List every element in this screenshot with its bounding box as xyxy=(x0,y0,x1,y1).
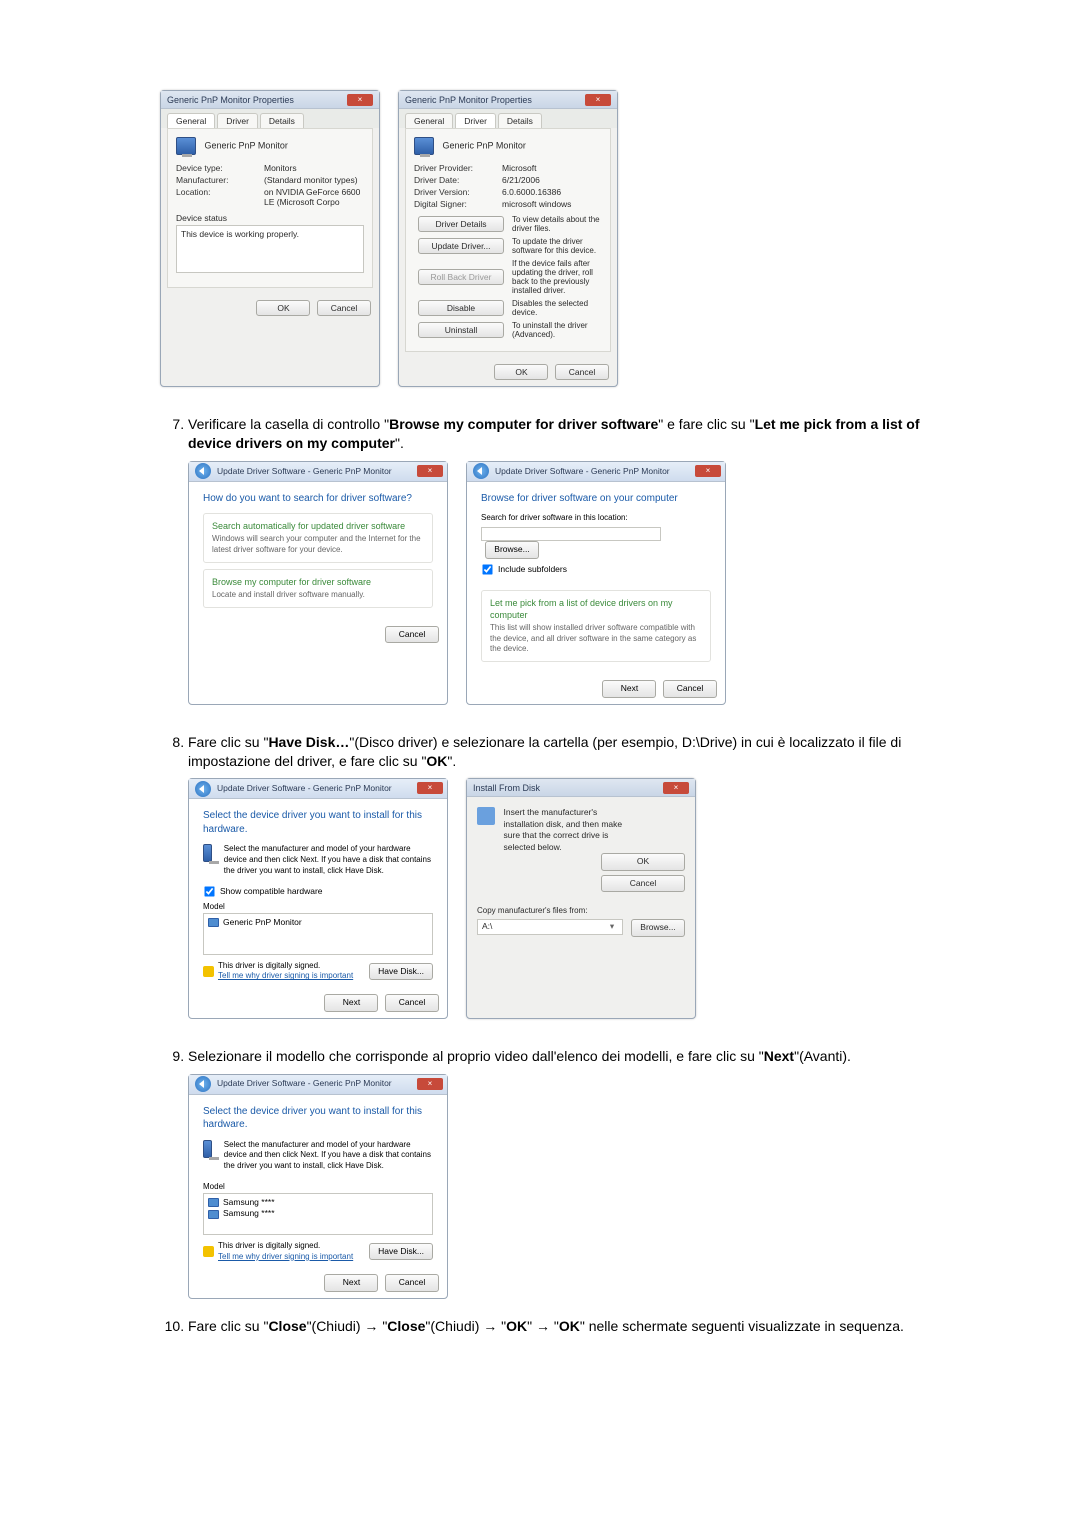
close-icon[interactable]: × xyxy=(417,465,443,477)
signing-link[interactable]: Tell me why driver signing is important xyxy=(218,1252,353,1261)
wizard-heading: Select the device driver you want to ins… xyxy=(203,1105,433,1132)
back-icon[interactable] xyxy=(473,463,489,479)
tab-details[interactable]: Details xyxy=(260,113,304,128)
close-icon[interactable]: × xyxy=(585,94,611,106)
wizard-heading: How do you want to search for driver sof… xyxy=(203,492,433,506)
have-disk-button[interactable]: Have Disk... xyxy=(369,963,433,980)
disable-button[interactable]: Disable xyxy=(418,300,504,316)
tab-general[interactable]: General xyxy=(167,113,215,128)
device-name: Generic PnP Monitor xyxy=(205,140,288,150)
close-icon[interactable]: × xyxy=(663,782,689,794)
dialog-title: Generic PnP Monitor Properties xyxy=(167,95,294,105)
tab-driver[interactable]: Driver xyxy=(455,113,496,128)
back-icon[interactable] xyxy=(195,463,211,479)
option-pick-from-list[interactable]: Let me pick from a list of device driver… xyxy=(481,590,711,663)
close-icon[interactable]: × xyxy=(417,1078,443,1090)
close-icon[interactable]: × xyxy=(695,465,721,477)
dialog-title: Generic PnP Monitor Properties xyxy=(405,95,532,105)
cancel-button[interactable]: Cancel xyxy=(601,875,685,892)
wizard-heading: Select the device driver you want to ins… xyxy=(203,809,433,836)
browse-button[interactable]: Browse... xyxy=(485,541,539,558)
next-button[interactable]: Next xyxy=(324,994,378,1011)
back-icon[interactable] xyxy=(195,781,211,797)
install-from-disk-dialog: Install From Disk× Insert the manufactur… xyxy=(466,778,696,1018)
include-subfolders-checkbox[interactable] xyxy=(482,564,492,574)
props-general: Generic PnP Monitor Properties × General… xyxy=(160,90,380,387)
uninstall-button[interactable]: Uninstall xyxy=(418,322,504,338)
device-status-box: This device is working properly. xyxy=(176,225,364,273)
model-list[interactable]: Samsung **** Samsung **** xyxy=(203,1193,433,1235)
browse-button[interactable]: Browse... xyxy=(631,919,685,936)
option-browse-computer[interactable]: Browse my computer for driver software L… xyxy=(203,569,433,608)
tab-general[interactable]: General xyxy=(405,113,453,128)
cancel-button[interactable]: Cancel xyxy=(385,626,439,643)
device-status-label: Device status xyxy=(176,213,364,223)
close-icon[interactable]: × xyxy=(347,94,373,106)
monitor-icon xyxy=(208,918,219,927)
monitor-icon xyxy=(203,844,212,862)
update-driver-button[interactable]: Update Driver... xyxy=(418,238,504,254)
wizard-search-method: × Update Driver Software - Generic PnP M… xyxy=(188,461,448,705)
back-icon[interactable] xyxy=(195,1076,211,1092)
have-disk-button[interactable]: Have Disk... xyxy=(369,1243,433,1260)
wizard-heading: Browse for driver software on your compu… xyxy=(481,492,711,506)
wizard-select-driver: × Update Driver Software - Generic PnP M… xyxy=(188,778,448,1018)
next-button[interactable]: Next xyxy=(602,680,656,697)
cancel-button[interactable]: Cancel xyxy=(385,1274,439,1291)
tab-details[interactable]: Details xyxy=(498,113,542,128)
step-7: Verificare la casella di controllo "Brow… xyxy=(188,415,960,705)
device-name: Generic PnP Monitor xyxy=(443,140,526,150)
close-icon[interactable]: × xyxy=(417,782,443,794)
cancel-button[interactable]: Cancel xyxy=(385,994,439,1011)
cancel-button[interactable]: Cancel xyxy=(555,364,609,380)
show-compatible-checkbox[interactable] xyxy=(204,886,214,896)
wizard-browse-location: × Update Driver Software - Generic PnP M… xyxy=(466,461,726,705)
driver-details-button[interactable]: Driver Details xyxy=(418,216,504,232)
ok-button[interactable]: OK xyxy=(494,364,548,380)
ok-button[interactable]: OK xyxy=(601,853,685,870)
monitor-icon xyxy=(208,1198,219,1207)
step-9: Selezionare il modello che corrisponde a… xyxy=(188,1047,960,1299)
monitor-icon xyxy=(203,1140,212,1158)
floppy-icon xyxy=(477,807,495,825)
chevron-down-icon: ▾ xyxy=(606,921,618,932)
tab-driver[interactable]: Driver xyxy=(217,113,258,128)
monitor-icon xyxy=(208,1210,219,1219)
path-input[interactable] xyxy=(481,527,661,541)
ok-button[interactable]: OK xyxy=(256,300,310,316)
signing-link[interactable]: Tell me why driver signing is important xyxy=(218,971,353,980)
wizard-select-model: × Update Driver Software - Generic PnP M… xyxy=(188,1074,448,1299)
cancel-button[interactable]: Cancel xyxy=(317,300,371,316)
props-driver: Generic PnP Monitor Properties × General… xyxy=(398,90,618,387)
step-8: Fare clic su "Have Disk…"(Disco driver) … xyxy=(188,733,960,1019)
option-auto-search[interactable]: Search automatically for updated driver … xyxy=(203,513,433,563)
monitor-icon xyxy=(176,137,196,155)
shield-icon xyxy=(203,966,214,977)
dialog-title: Install From Disk xyxy=(473,782,540,794)
shield-icon xyxy=(203,1246,214,1257)
monitor-icon xyxy=(414,137,434,155)
step-10: Fare clic su "Close"(Chiudi) → "Close"(C… xyxy=(188,1317,960,1336)
rollback-driver-button[interactable]: Roll Back Driver xyxy=(418,269,504,285)
cancel-button[interactable]: Cancel xyxy=(663,680,717,697)
model-list[interactable]: Generic PnP Monitor xyxy=(203,913,433,955)
next-button[interactable]: Next xyxy=(324,1274,378,1291)
copy-from-select[interactable]: A:\▾ xyxy=(477,919,623,935)
